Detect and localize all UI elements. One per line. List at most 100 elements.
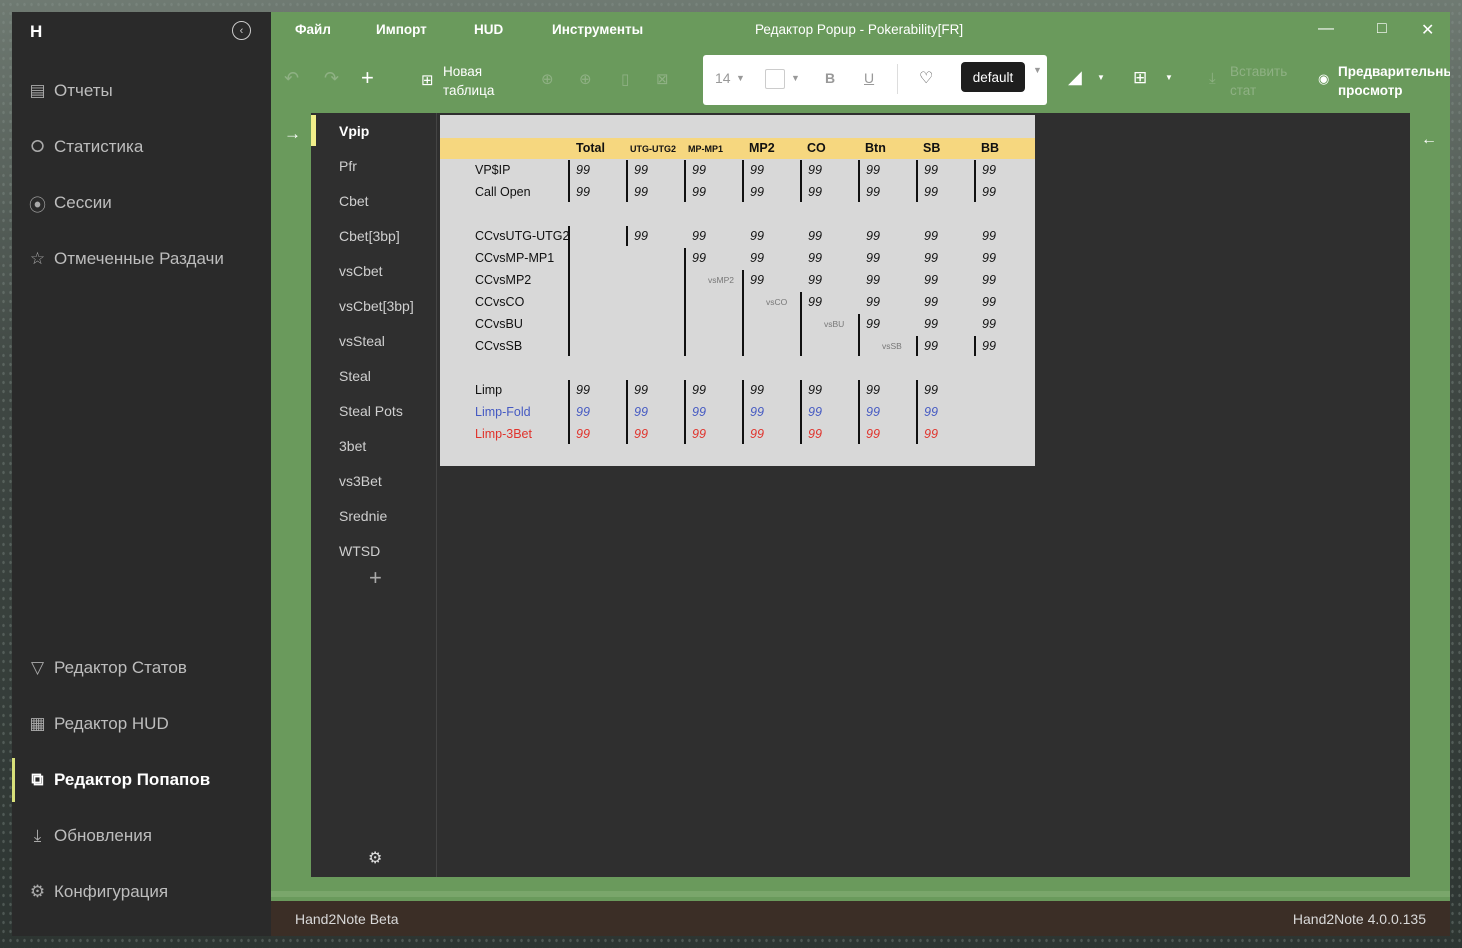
add-tab-icon[interactable]: + [369,565,382,591]
stat-value[interactable]: 99 [866,382,880,398]
stat-value[interactable]: 99 [692,382,706,398]
arrow-left-icon[interactable]: ← [1421,131,1437,149]
tab-vscbet-3bp-[interactable]: vsCbet[3bp] [339,298,414,314]
tab-wtsd[interactable]: WTSD [339,543,380,559]
menu-import[interactable]: Импорт [376,22,427,37]
stat-value[interactable]: 99 [808,426,822,442]
stat-value[interactable]: 99 [692,184,706,200]
stat-value[interactable]: 99 [750,184,764,200]
stat-value[interactable]: 99 [866,426,880,442]
fill-bucket-icon[interactable]: ◢ [1068,67,1082,88]
stat-value[interactable]: 99 [982,228,996,244]
sidebar-item-statistics[interactable]: ⭘ Статистика [12,125,271,169]
stat-value[interactable]: 99 [576,162,590,178]
chevron-down-icon[interactable]: ▼ [1097,73,1105,82]
sidebar-item-updates[interactable]: ⤓ Обновления [12,814,271,858]
stat-value[interactable]: 99 [634,404,648,420]
stat-value[interactable]: 99 [866,272,880,288]
menu-tools[interactable]: Инструменты [552,22,643,37]
stat-value[interactable]: 99 [924,316,938,332]
add-row-icon[interactable]: ⊕ [541,70,554,88]
stat-value[interactable]: 99 [634,382,648,398]
stat-value[interactable]: 99 [866,162,880,178]
stat-value[interactable]: 99 [750,426,764,442]
stat-value[interactable]: 99 [982,294,996,310]
tab-srednie[interactable]: Srednie [339,508,387,524]
add-column-icon[interactable]: ⊕ [579,70,592,88]
settings-gear-icon[interactable]: ⚙ [368,848,382,868]
tab-cbet[interactable]: Cbet [339,193,369,209]
sidebar-item-marked-hands[interactable]: ☆ Отмеченные Раздачи [12,237,271,281]
stat-value[interactable]: 99 [924,294,938,310]
stat-value[interactable]: 99 [576,426,590,442]
tab-pfr[interactable]: Pfr [339,158,357,174]
stat-value[interactable]: 99 [982,162,996,178]
sidebar-item-popup-editor[interactable]: ⧉ Редактор Попапов [12,758,271,802]
sidebar-item-hud-editor[interactable]: ▦ Редактор HUD [12,702,271,746]
stat-value[interactable]: 99 [982,316,996,332]
stat-value[interactable]: 99 [924,338,938,354]
stat-value[interactable]: 99 [750,228,764,244]
stat-value[interactable]: 99 [924,250,938,266]
popup-table[interactable]: Total UTG-UTG2 MP-MP1 MP2 CO Btn SB BB VP$IP 99 99… [440,115,1035,466]
insert-stat-button[interactable]: Вставить стат [1230,62,1287,100]
stat-value[interactable]: 99 [692,426,706,442]
redo-icon[interactable]: ↷ [324,68,339,89]
stat-value[interactable]: 99 [750,382,764,398]
chevron-down-icon[interactable]: ▼ [1165,73,1173,82]
stat-value[interactable]: 99 [924,184,938,200]
remove-column-icon[interactable]: ⊠ [656,70,669,88]
stat-value[interactable]: 99 [750,162,764,178]
stat-value[interactable]: 99 [808,162,822,178]
sidebar-item-configuration[interactable]: ⚙ Конфигурация [12,870,271,914]
stat-value[interactable]: 99 [808,404,822,420]
sidebar-item-stat-editor[interactable]: ▽ Редактор Статов [12,646,271,690]
stat-value[interactable]: 99 [634,228,648,244]
bold-button[interactable]: B [825,70,835,86]
minimize-icon[interactable]: — [1318,20,1334,38]
stat-value[interactable]: 99 [982,338,996,354]
stat-value[interactable]: 99 [924,272,938,288]
stat-value[interactable]: 99 [692,404,706,420]
new-table-button[interactable]: Новая таблица [443,62,494,100]
stat-value[interactable]: 99 [750,404,764,420]
stat-value[interactable]: 99 [808,184,822,200]
stat-value[interactable]: 99 [866,250,880,266]
stat-value[interactable]: 99 [692,250,706,266]
tab-vpip[interactable]: Vpip [339,123,369,139]
tab-steal[interactable]: Steal [339,368,371,384]
stat-value[interactable]: 99 [576,184,590,200]
horizontal-scrollbar[interactable] [271,891,1450,897]
stat-value[interactable]: 99 [576,404,590,420]
stat-value[interactable]: 99 [808,272,822,288]
tab-vssteal[interactable]: vsSteal [339,333,385,349]
preview-button[interactable]: Предварительный просмотр [1338,62,1450,100]
stat-value[interactable]: 99 [982,250,996,266]
tab-3bet[interactable]: 3bet [339,438,366,454]
sidebar-item-reports[interactable]: ▤ Отчеты [12,69,271,113]
stat-value[interactable]: 99 [924,382,938,398]
chevron-down-icon[interactable]: ▼ [1033,65,1042,75]
collapse-left-icon[interactable]: ‹ [232,21,251,40]
stat-value[interactable]: 99 [634,162,648,178]
stat-value[interactable]: 99 [750,250,764,266]
heart-icon[interactable]: ♡ [919,68,933,88]
tab-vscbet[interactable]: vsCbet [339,263,383,279]
undo-icon[interactable]: ↶ [284,68,299,89]
stat-value[interactable]: 99 [924,404,938,420]
stat-value[interactable]: 99 [924,228,938,244]
stat-value[interactable]: 99 [808,294,822,310]
stat-value[interactable]: 99 [634,426,648,442]
stat-value[interactable]: 99 [866,228,880,244]
stat-value[interactable]: 99 [808,250,822,266]
stat-value[interactable]: 99 [982,184,996,200]
stat-value[interactable]: 99 [692,162,706,178]
style-select[interactable]: default [961,62,1025,92]
insert-stat-icon[interactable]: ⤓ [1209,70,1216,87]
stat-value[interactable]: 99 [808,228,822,244]
stat-value[interactable]: 99 [576,382,590,398]
stat-value[interactable]: 99 [866,184,880,200]
stat-value[interactable]: 99 [634,184,648,200]
arrow-right-icon[interactable]: → [284,124,301,144]
stat-value[interactable]: 99 [982,272,996,288]
